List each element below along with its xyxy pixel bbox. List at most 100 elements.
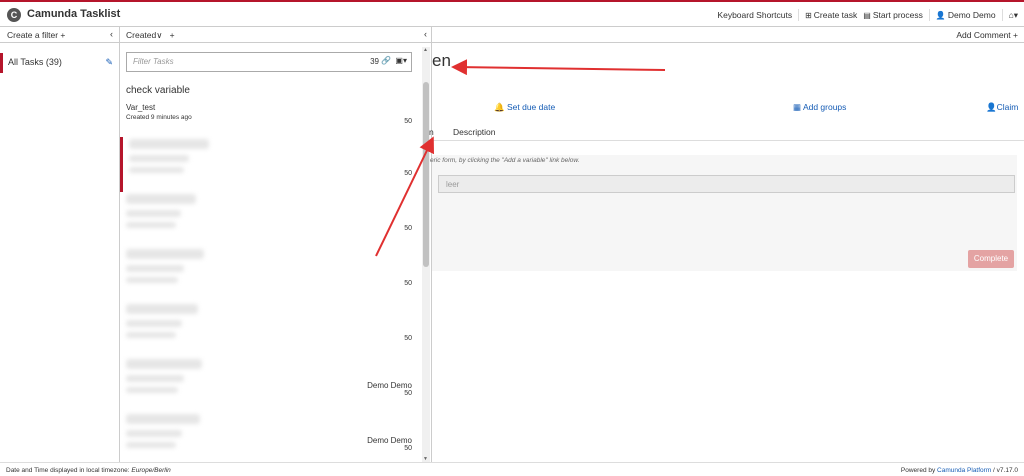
redacted-text [126,442,176,448]
task-item[interactable]: 50 [120,137,420,192]
redacted-text [126,375,184,382]
task-item[interactable]: 50 [120,302,420,357]
list-icon: ▤ [863,11,871,20]
pencil-icon[interactable]: ✎ [105,57,113,68]
redacted-text [126,249,204,259]
task-created: Created 9 minutes ago [126,114,192,121]
set-due-date-button[interactable]: 🔔 Set due date [494,102,555,113]
search-placeholder: Filter Tasks [133,57,174,66]
timezone-value: Europe/Berlin [131,467,171,474]
sort-label: Created [126,30,157,40]
task-count: 39 [370,57,379,66]
redacted-text [126,414,200,424]
redacted-text [126,320,182,327]
task-title: en [432,51,451,70]
collapse-list-chevron-left-icon[interactable]: ‹ [424,29,427,39]
user-icon: 👤 [986,102,997,112]
task-item[interactable]: 50 [120,192,420,247]
tab-description[interactable]: Description [453,127,496,137]
redacted-text [126,194,196,204]
detail-header: Add Comment + [432,27,1024,43]
start-process-link[interactable]: ▤ Start process [863,10,923,21]
task-priority: 50 [404,280,412,287]
detail-tabs: n Description [429,127,1024,141]
form-hint: eric form, by clicking the "Add a variab… [430,157,580,164]
home-menu[interactable]: ⌂▾ [1009,10,1018,21]
task-assignee: Demo Demo [367,436,412,445]
task-detail-panel: Add Comment + en 🔔 Set due date ▦ Add gr… [429,27,1024,462]
claim-button[interactable]: 👤Claim [986,102,1018,113]
task-item[interactable]: Demo Demo 50 [120,412,420,462]
complete-button[interactable]: Complete [968,250,1014,268]
redacted-text [126,430,182,437]
add-groups-button[interactable]: ▦ Add groups [793,102,846,113]
add-comment-label: Add Comment [956,30,1011,40]
camunda-logo-icon: C [7,8,21,22]
caret-down-icon: ▾ [1013,10,1018,20]
top-nav: Keyboard Shortcuts ⊞ Create task ▤ Start p… [717,9,1018,21]
set-due-date-label: Set due date [506,102,556,112]
footer: Date and Time displayed in local timezon… [0,462,1024,476]
task-item[interactable]: check variable Var_test Created 9 minute… [120,85,420,140]
start-process-label: Start process [872,10,923,20]
redacted-text [126,222,176,228]
filter-item-all-tasks[interactable]: All Tasks (39) ✎ [0,53,119,73]
scroll-up-icon[interactable]: ▲ [423,47,428,53]
task-process: Var_test [126,103,156,112]
task-priority: 50 [404,390,412,397]
filters-header: Create a filter + ‹ [0,27,119,43]
nav-divider [1001,9,1003,21]
user-menu[interactable]: 👤 Demo Demo [936,10,996,21]
create-task-label: Create task [813,10,858,20]
task-priority: 50 [404,170,412,177]
redacted-text [126,387,178,393]
add-comment-button[interactable]: Add Comment + [956,30,1018,40]
scroll-thumb[interactable] [423,82,429,267]
save-icon[interactable]: ▣▾ [395,56,407,65]
redacted-text [126,359,202,369]
task-list-panel: Created∨ + ‹ Filter Tasks 39 🔗 ▣▾ check … [120,27,432,462]
create-filter-button[interactable]: Create a filter + [7,30,65,40]
filters-panel: Create a filter + ‹ All Tasks (39) ✎ [0,27,120,462]
task-priority: 50 [404,118,412,125]
link-icon[interactable]: 🔗 [381,56,391,65]
task-item[interactable]: Demo Demo 50 [120,357,420,412]
task-priority: 50 [404,335,412,342]
create-task-link[interactable]: ⊞ Create task [805,10,857,21]
task-list-scrollbar[interactable]: ▲ ▼ [422,47,430,462]
task-item[interactable]: 50 [120,247,420,302]
add-groups-label: Add groups [802,102,847,112]
redacted-text [126,210,181,217]
redacted-text [129,139,209,149]
tab-form[interactable]: n [429,127,434,137]
nav-divider [928,9,930,21]
claim-label: Claim [996,102,1019,112]
sort-dropdown[interactable]: Created∨ [126,30,162,40]
add-sort-button[interactable]: + [165,30,175,40]
variable-input[interactable]: leer [438,175,1015,193]
user-name: Demo Demo [947,10,996,20]
redacted-text [126,265,184,272]
task-priority: 50 [404,225,412,232]
chevron-down-icon: ∨ [156,30,163,40]
keyboard-shortcuts-link[interactable]: Keyboard Shortcuts [717,10,792,21]
powered-by: Powered by Camunda Platform / v7.17.0 [901,467,1018,474]
powered-prefix: Powered by [900,467,938,474]
plus-square-icon: ⊞ [805,11,812,20]
app-title[interactable]: Camunda Tasklist [27,8,120,20]
create-filter-label: Create a filter [7,30,59,40]
camunda-platform-link[interactable]: Camunda Platform [937,467,991,474]
task-name: check variable [126,85,190,96]
task-search-input[interactable]: Filter Tasks 39 🔗 ▣▾ [126,52,412,72]
task-form: eric form, by clicking the "Add a variab… [430,155,1017,271]
filter-item-label: All Tasks (39) [8,57,62,67]
redacted-text [129,155,189,162]
redacted-text [126,277,178,283]
user-icon: 👤 [935,11,946,20]
nav-divider [798,9,800,21]
collapse-filters-chevron-left-icon[interactable]: ‹ [110,29,113,39]
grid-icon: ▦ [793,102,802,112]
bell-icon: 🔔 [494,102,505,112]
timezone-prefix: Date and Time displayed in local timezon… [6,467,132,474]
top-navbar: C Camunda Tasklist Keyboard Shortcuts ⊞ C… [0,0,1024,27]
